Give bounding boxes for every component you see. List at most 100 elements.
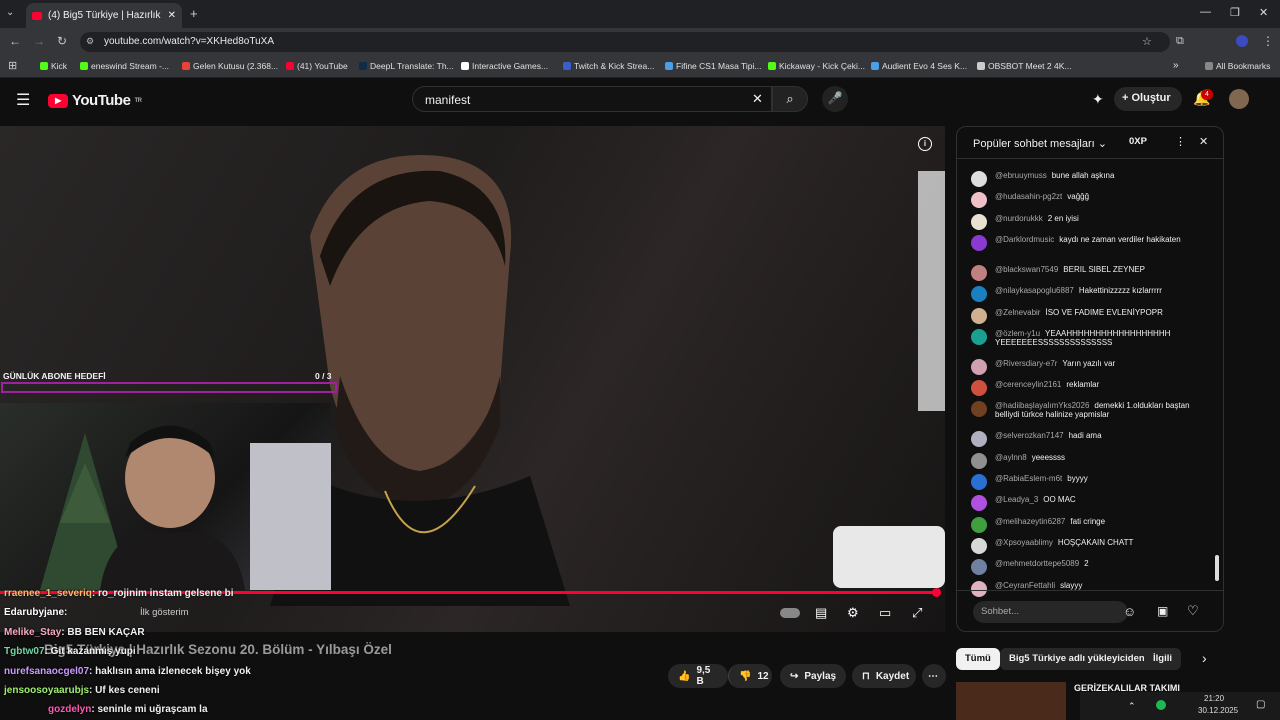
address-bar[interactable]: youtube.com/watch?v=XKHed8oTuXA [80,32,1170,52]
all-bookmarks[interactable]: All Bookmarks [1205,61,1270,71]
site-info-icon[interactable]: ⚙ [86,36,94,47]
chat-avatar[interactable] [971,328,987,345]
emoji-icon[interactable]: ☺ [1123,604,1136,619]
chat-avatar[interactable] [971,537,987,554]
more-actions-button[interactable]: ⋯ [922,664,946,688]
chat-message[interactable]: @cerenceylin2161 reklamlar [971,380,1203,397]
chat-message[interactable]: @ebruuymuss bune allah aşkına [971,171,1203,187]
chip-uploader[interactable]: Big5 Türkiye adlı yükleyiciden [1000,648,1154,670]
hamburger-menu-icon[interactable]: ☰ [16,90,30,110]
chat-author[interactable]: @Xpsoyaablimy [995,538,1053,547]
chat-author[interactable]: @hudasahin-pg2zt [995,192,1062,201]
bookmark-star-icon[interactable]: ☆ [1142,35,1152,48]
bookmark-item[interactable]: Interactive Games... [461,61,548,71]
chat-author[interactable]: @nurdorukkk [995,214,1043,223]
chat-message[interactable]: @Xpsoyaablimy HOŞÇAKAIN CHATT [971,537,1203,554]
chips-next-icon[interactable]: › [1202,650,1207,666]
chat-avatar[interactable] [971,559,987,576]
bookmark-item[interactable]: OBSBOT Meet 2 4K... [977,61,1071,71]
chat-avatar[interactable] [971,286,987,303]
chat-message[interactable]: @blackswan7549 BERIL SIBEL ZEYNEP [971,264,1203,281]
chat-author[interactable]: @hadiibaşlayalımYks2026 [995,401,1089,410]
progress-scrubber[interactable] [932,588,941,597]
fullscreen-icon[interactable]: ⤢ [912,605,922,621]
chat-avatar[interactable] [971,474,987,490]
subtitles-icon[interactable]: ▤ [815,605,827,621]
chat-message[interactable]: @hudasahin-pg2zt vağğğ [971,192,1203,209]
bookmark-item[interactable]: Gelen Kutusu (2.368... [182,61,278,71]
spotify-icon[interactable] [1156,700,1166,710]
chat-avatar[interactable] [971,401,987,418]
premium-icon[interactable]: ✦ [1092,91,1104,108]
new-tab-icon[interactable]: + [190,6,198,21]
autoplay-toggle[interactable] [780,608,800,618]
chat-author[interactable]: @Darklordmusic [995,235,1054,244]
extensions-icon[interactable]: ⧉ [1176,35,1184,48]
clear-search-icon[interactable]: ✕ [752,91,763,107]
browser-menu-icon[interactable]: ⋮ [1262,34,1274,48]
chat-avatar[interactable] [971,307,987,324]
minimize-icon[interactable]: — [1200,6,1211,18]
chat-message[interactable]: @RabiaEslem-m6t byyyy [971,474,1203,490]
chat-author[interactable]: @aylnn8 [995,453,1027,462]
chat-author[interactable]: @cerenceylin2161 [995,380,1061,389]
voice-search-icon[interactable]: 🎤 [822,86,848,112]
chat-message[interactable]: @aylnn8 yeeessss [971,452,1203,469]
chat-message[interactable]: @Zelnevabir İSO VE FADIME EVLENİYPOPR [971,307,1203,324]
search-button[interactable]: ⌕ [772,86,808,112]
chat-message[interactable]: @Riversdiary-e7r Yarın yazılı var [971,358,1203,375]
like-button[interactable]: 👍 9,5 B [668,664,728,688]
close-tab-icon[interactable]: ✕ [168,10,176,21]
dislike-button[interactable]: 👎 12 [728,664,772,688]
chat-author[interactable]: @Leadya_3 [995,495,1038,504]
bookmark-item[interactable]: DeepL Translate: Th... [359,61,454,71]
chat-author[interactable]: @Riversdiary-e7r [995,359,1057,368]
chat-avatar[interactable] [971,380,987,397]
chat-avatar[interactable] [971,171,987,187]
chat-author[interactable]: @CeyranFettahli [995,581,1055,590]
tray-chevron-icon[interactable]: ⌃ [1128,701,1136,712]
heart-icon[interactable]: ♡ [1187,603,1199,619]
bookmark-item[interactable]: Kick [40,61,67,71]
bookmark-item[interactable]: Kickaway - Kick Çeki... [768,61,865,71]
reload-icon[interactable]: ↻ [57,34,67,48]
back-icon[interactable]: ← [9,34,21,48]
settings-gear-icon[interactable]: ⚙ [847,605,859,621]
chat-message[interactable]: @nurdorukkk 2 en iyisi [971,213,1203,230]
bookmark-item[interactable]: Audient Evo 4 Ses K... [871,61,967,71]
chat-author[interactable]: @ebruuymuss [995,171,1047,180]
forward-icon[interactable]: → [33,34,45,48]
chat-author[interactable]: @blackswan7549 [995,265,1058,274]
chat-message[interactable]: @melihazeytin6287 fati cringe [971,516,1203,533]
chat-author[interactable]: @özlem-y1u [995,329,1040,338]
recommended-thumbnail[interactable] [956,682,1066,720]
chat-author[interactable]: @selverozkan7147 [995,431,1064,440]
chat-message[interactable]: @hadiibaşlayalımYks2026 demekki 1.oldukla… [971,401,1203,419]
chat-avatar[interactable] [971,452,987,469]
chat-avatar[interactable] [971,358,987,375]
chat-input[interactable]: Sohbet... [973,601,1128,623]
close-window-icon[interactable]: ✕ [1259,6,1268,19]
chat-avatar[interactable] [971,192,987,209]
bookmark-item[interactable]: Twitch & Kick Strea... [563,61,654,71]
create-button[interactable]: + Oluştur [1114,87,1182,111]
chat-message[interactable]: @mehmetdorttepe5089 2 [971,559,1203,576]
chip-related[interactable]: İlgili [1144,648,1181,670]
profile-avatar[interactable] [1236,35,1248,47]
info-icon[interactable]: i [918,137,932,151]
chat-author[interactable]: @Zelnevabir [995,308,1040,317]
bookmark-item[interactable]: Fifine CS1 Masa Tipi... [665,61,762,71]
browser-tab[interactable]: (4) Big5 Türkiye | Hazırlık Sezon ✕ [26,3,182,28]
restore-icon[interactable]: ❐ [1230,6,1240,19]
account-avatar[interactable] [1229,89,1249,109]
more-bookmarks-icon[interactable]: » [1173,60,1179,71]
xp-badge[interactable]: 0XP [1129,136,1147,147]
chat-avatar[interactable] [971,264,987,281]
chat-mode-dropdown[interactable]: Popüler sohbet mesajları ⌄ [973,138,1107,150]
chat-message[interactable]: @Darklordmusic kaydı ne zaman verdiler ha… [971,234,1203,251]
chip-all[interactable]: Tümü [956,648,1000,670]
chat-menu-icon[interactable]: ⋮ [1175,135,1186,148]
bookmark-item[interactable]: (41) YouTube [286,61,348,71]
chat-avatar[interactable] [971,580,987,597]
chat-message[interactable]: @CeyranFettahli slayyy [971,580,1203,597]
